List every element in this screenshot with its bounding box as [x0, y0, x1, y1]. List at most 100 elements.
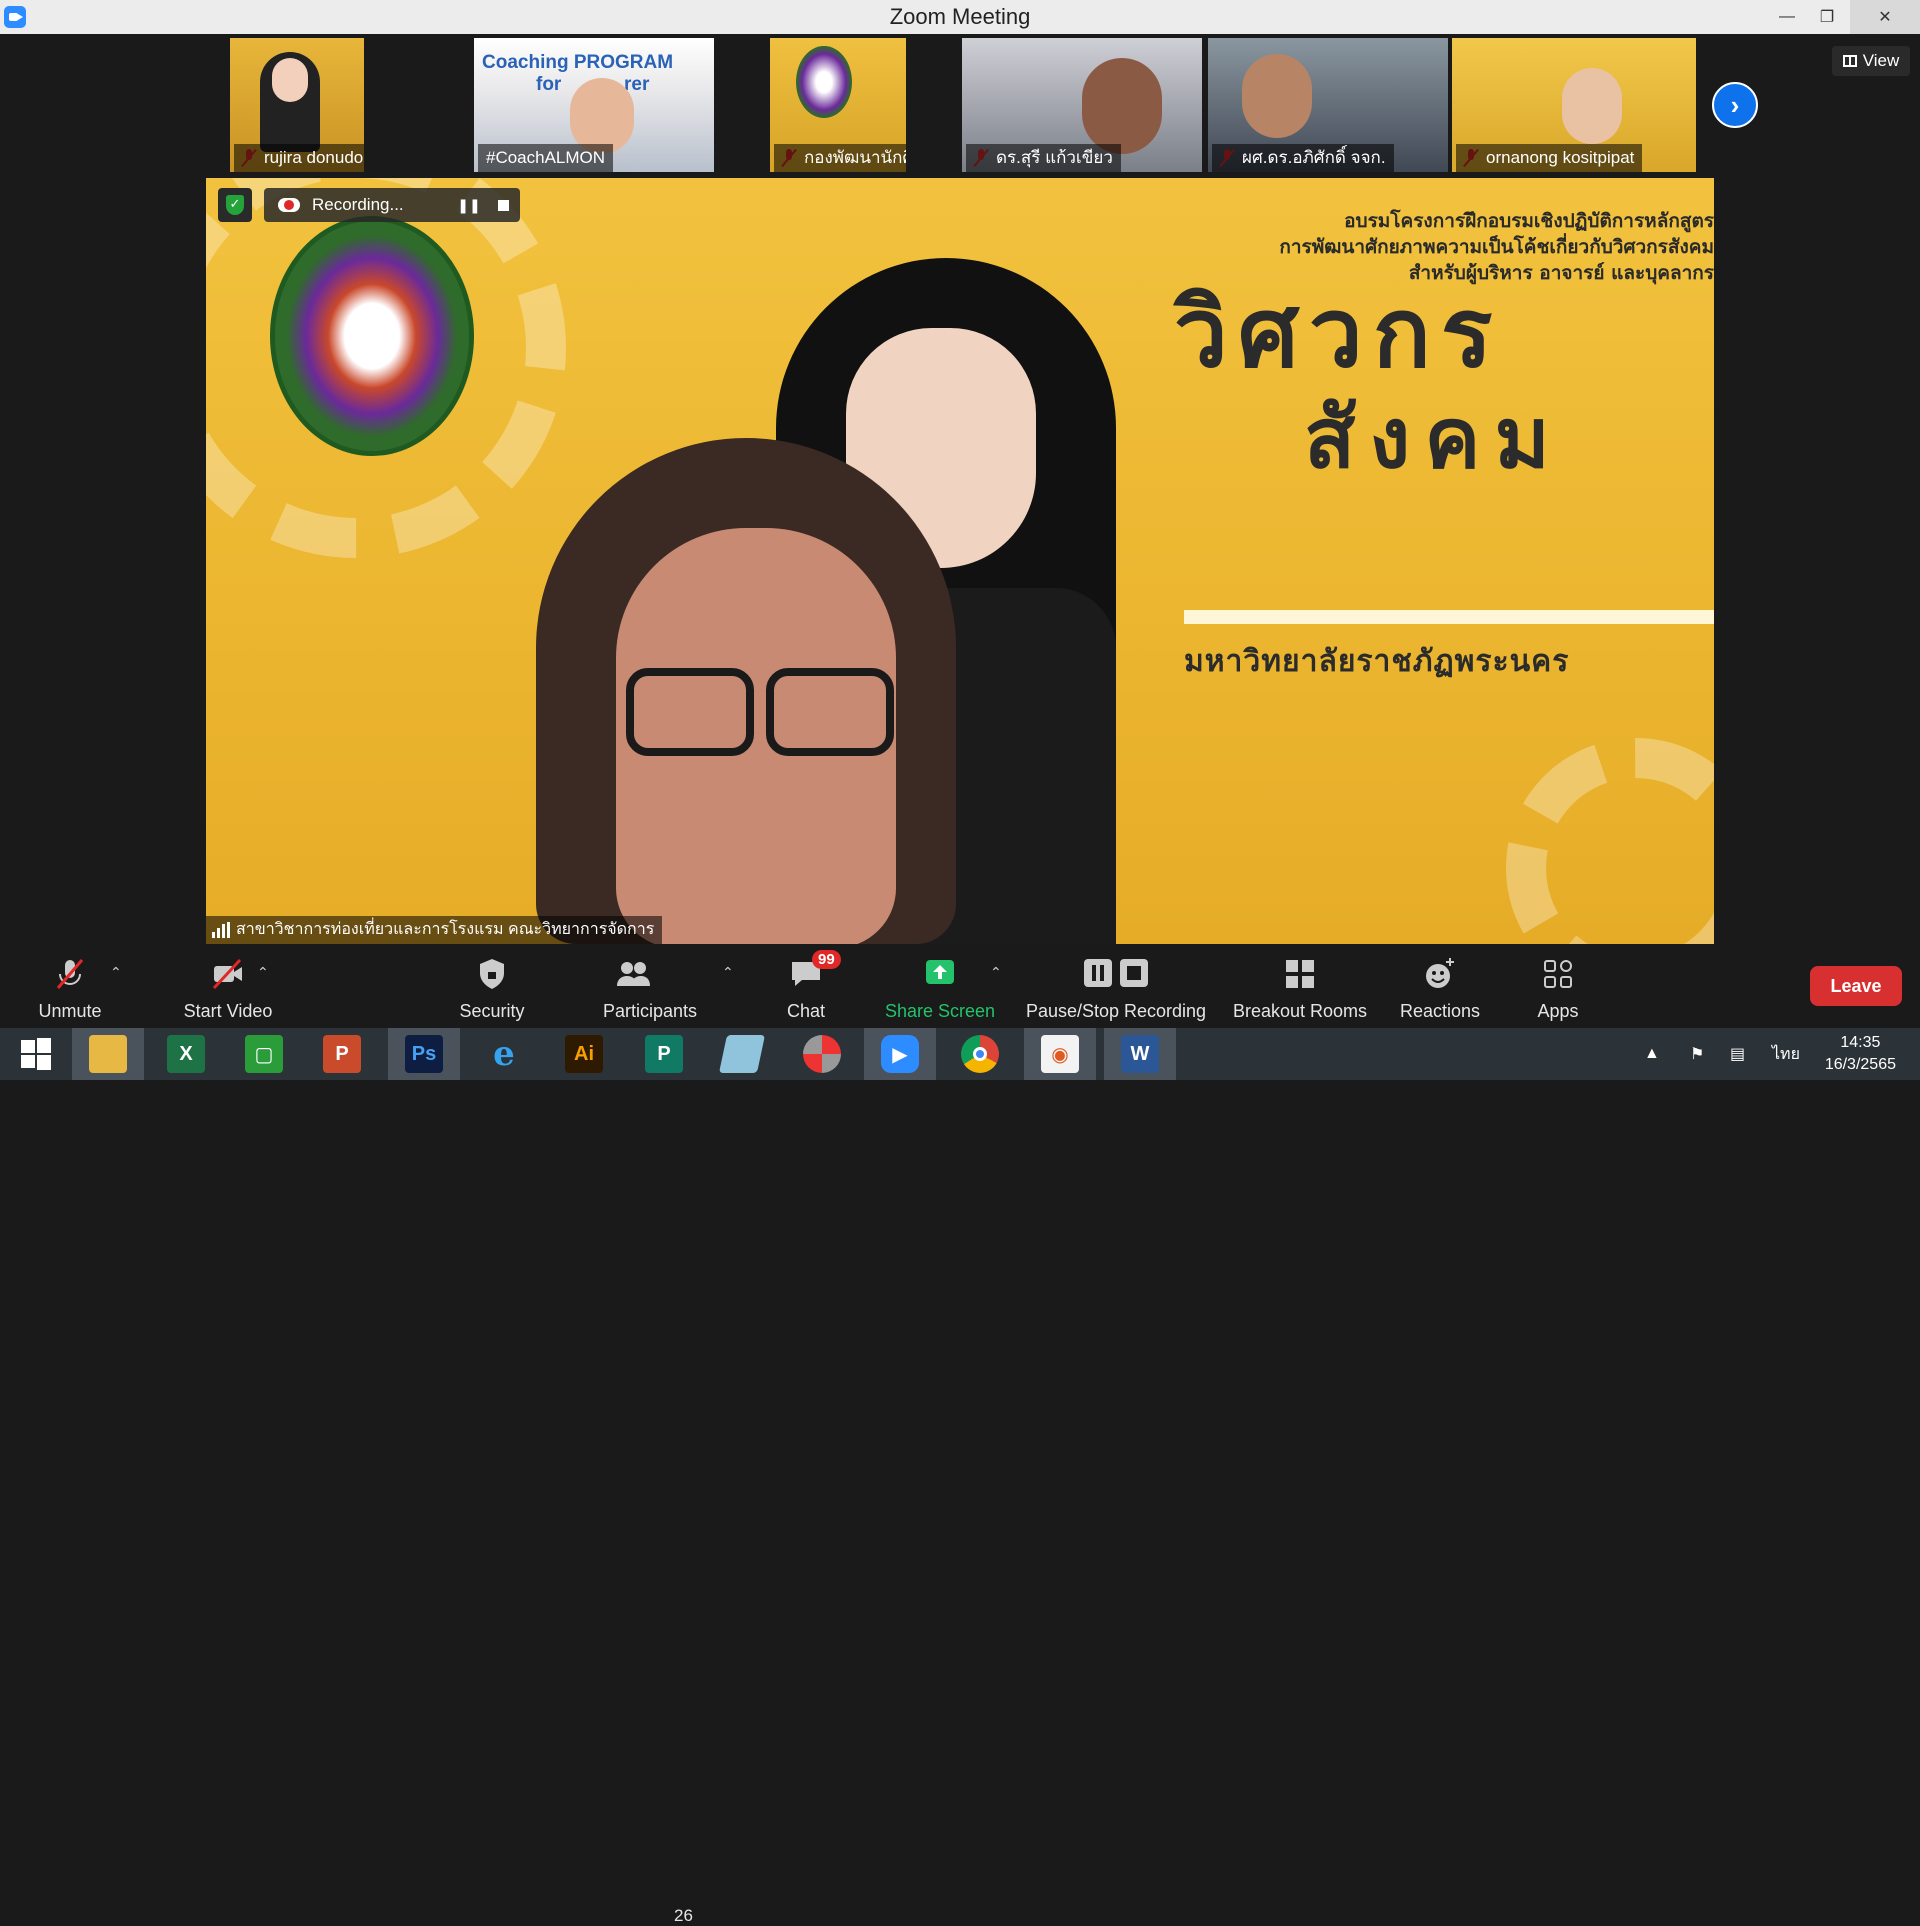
zoom-icon: ▶: [881, 1035, 919, 1073]
banner-line-2: การพัฒนาศักยภาพความเป็นโค้ชเกี่ยวกับวิศว…: [1279, 236, 1714, 258]
meeting-toolbar: Unmute ⌃ Start Video ⌃ Security Particip…: [0, 948, 1920, 1925]
taskbar-word[interactable]: W: [1104, 1028, 1176, 1080]
restore-button[interactable]: ❐: [1804, 0, 1850, 34]
action-center-flag-icon[interactable]: ⚑: [1690, 1028, 1704, 1080]
participants-button[interactable]: Participants: [590, 948, 710, 1028]
leave-button[interactable]: Leave: [1810, 966, 1902, 1006]
folder-icon: [89, 1035, 127, 1073]
share-options-caret[interactable]: ⌃: [990, 964, 1002, 981]
recording-label: Recording...: [312, 195, 404, 214]
notepad-icon: [718, 1035, 766, 1073]
presentation-icon: ◉: [1041, 1035, 1079, 1073]
video-options-caret[interactable]: ⌃: [257, 964, 269, 981]
encryption-shield-icon[interactable]: ✓: [218, 188, 252, 222]
pause-stop-recording-label: Pause/Stop Recording: [1025, 1001, 1207, 1021]
taskbar-file-explorer[interactable]: [72, 1028, 144, 1080]
emoji-icon: [1426, 958, 1454, 988]
participants-label: Participants: [602, 1001, 698, 1021]
view-button[interactable]: View: [1832, 46, 1910, 76]
reactions-button[interactable]: Reactions: [1392, 948, 1488, 1028]
audio-options-caret[interactable]: ⌃: [110, 964, 122, 981]
university-seal-logo: [270, 216, 474, 456]
share-screen-icon: [926, 960, 954, 984]
network-icon[interactable]: ▤: [1730, 1028, 1745, 1080]
participant-thumbnail[interactable]: Coaching PROGRAM for rer #CoachALMON: [474, 38, 714, 172]
taskbar-notepad[interactable]: [706, 1028, 778, 1080]
speaker-caption-text: สาขาวิชาการท่องเที่ยวและการโรงแรม คณะวิท…: [236, 921, 655, 938]
course-banner: อบรมโครงการฝึกอบรมเชิงปฏิบัติการหลักสูตร…: [1154, 208, 1714, 286]
start-video-button[interactable]: Start Video: [158, 948, 298, 1028]
grid-icon: [1842, 55, 1857, 67]
apps-button[interactable]: Apps: [1522, 948, 1594, 1028]
participant-thumbnail[interactable]: ดร.สุรี แก้วเขียว: [962, 38, 1202, 172]
chat-unread-badge: 99: [812, 950, 841, 969]
recording-indicator: Recording... ❚❚: [264, 188, 520, 222]
photoshop-icon: Ps: [405, 1035, 443, 1073]
taskbar-publisher[interactable]: P: [628, 1028, 700, 1080]
chevron-right-icon: ›: [1730, 89, 1740, 120]
input-language[interactable]: ไทย: [1772, 1028, 1800, 1080]
next-page-button[interactable]: ›: [1712, 82, 1758, 128]
chrome-icon: [961, 1035, 999, 1073]
active-speaker-video: อบรมโครงการฝึกอบรมเชิงปฏิบัติการหลักสูตร…: [206, 178, 1714, 944]
stop-recording-button[interactable]: [486, 188, 520, 222]
participant-name: ดร.สุรี แก้วเขียว: [966, 144, 1121, 172]
microphone-muted-icon: [56, 959, 84, 989]
breakout-rooms-icon: [1286, 960, 1314, 988]
apps-label: Apps: [1537, 1001, 1579, 1021]
pause-stop-recording-button[interactable]: Pause/Stop Recording: [1024, 948, 1208, 1028]
cloud-recording-icon: [278, 198, 300, 212]
taskbar-zoom[interactable]: ▶: [864, 1028, 936, 1080]
meeting-area: rujira donudom Coaching PROGRAM for rer …: [0, 34, 1920, 948]
participants-count: 26: [674, 1906, 693, 1925]
taskbar-internet-explorer[interactable]: e: [468, 1028, 540, 1080]
taskbar-excel[interactable]: X: [150, 1028, 222, 1080]
publisher-icon: P: [645, 1035, 683, 1073]
taskbar-photoscape[interactable]: [786, 1028, 858, 1080]
participant-thumbnail[interactable]: ornanong kositpipat: [1452, 38, 1696, 172]
security-button[interactable]: Security: [444, 948, 540, 1028]
taskbar-illustrator[interactable]: Ai: [548, 1028, 620, 1080]
banner-title: วิศวกร สังคม: [1174, 278, 1550, 487]
speaker-name-caption: สาขาวิชาการท่องเที่ยวและการโรงแรม คณะวิท…: [206, 916, 663, 944]
taskbar-slides[interactable]: ◉: [1024, 1028, 1096, 1080]
share-screen-label: Share Screen: [884, 1001, 996, 1021]
taskbar-store[interactable]: ▢: [228, 1028, 300, 1080]
start-button[interactable]: [0, 1028, 72, 1080]
show-hidden-icons-button[interactable]: ▲: [1644, 1028, 1660, 1080]
pause-stop-icon: [1084, 959, 1148, 987]
apps-icon: [1544, 960, 1572, 988]
signal-strength-icon: [212, 922, 230, 938]
participant-thumbnail[interactable]: rujira donudom: [230, 38, 364, 172]
taskbar-photoshop[interactable]: Ps: [388, 1028, 460, 1080]
system-clock[interactable]: 14:35 16/3/2565: [1825, 1032, 1896, 1076]
reactions-label: Reactions: [1399, 1001, 1481, 1021]
breakout-rooms-button[interactable]: Breakout Rooms: [1228, 948, 1372, 1028]
banner-divider: [1184, 610, 1714, 624]
participants-options-caret[interactable]: ⌃: [722, 964, 734, 981]
windows-logo-icon: [21, 1038, 51, 1070]
participant-thumbnail[interactable]: กองพัฒนานักศึกษา มรภ.พร...: [770, 38, 906, 172]
participant-name: rujira donudom: [234, 144, 364, 172]
stop-icon: [497, 199, 509, 211]
start-video-label: Start Video: [183, 1001, 273, 1021]
share-screen-button[interactable]: Share Screen: [880, 948, 1000, 1028]
close-button[interactable]: ✕: [1850, 0, 1920, 34]
participant-thumbnail[interactable]: ผศ.ดร.อภิศักดิ์ จจก.: [1208, 38, 1448, 172]
title-bar: Zoom Meeting — ❐ ✕: [0, 0, 1920, 34]
gear-decoration: [1506, 738, 1714, 944]
taskbar-powerpoint[interactable]: P: [306, 1028, 378, 1080]
windows-taskbar: X ▢ P Ps e Ai P ▶ ◉ W ▲ ⚑ ▤ ไทย 14:35 16…: [0, 1028, 1920, 1080]
pause-recording-button[interactable]: ❚❚: [452, 188, 486, 222]
clock-date: 16/3/2565: [1824, 1056, 1896, 1073]
unmute-button[interactable]: Unmute: [22, 948, 118, 1028]
view-label: View: [1862, 51, 1900, 70]
zoom-app-icon: [4, 6, 26, 28]
store-icon: ▢: [245, 1035, 283, 1073]
excel-icon: X: [167, 1035, 205, 1073]
video-camera-off-icon: [212, 958, 242, 990]
taskbar-chrome[interactable]: [944, 1028, 1016, 1080]
clock-time: 14:35: [1840, 1034, 1881, 1051]
banner-title-word-2: สังคม: [1304, 389, 1564, 487]
security-label: Security: [459, 1001, 525, 1021]
